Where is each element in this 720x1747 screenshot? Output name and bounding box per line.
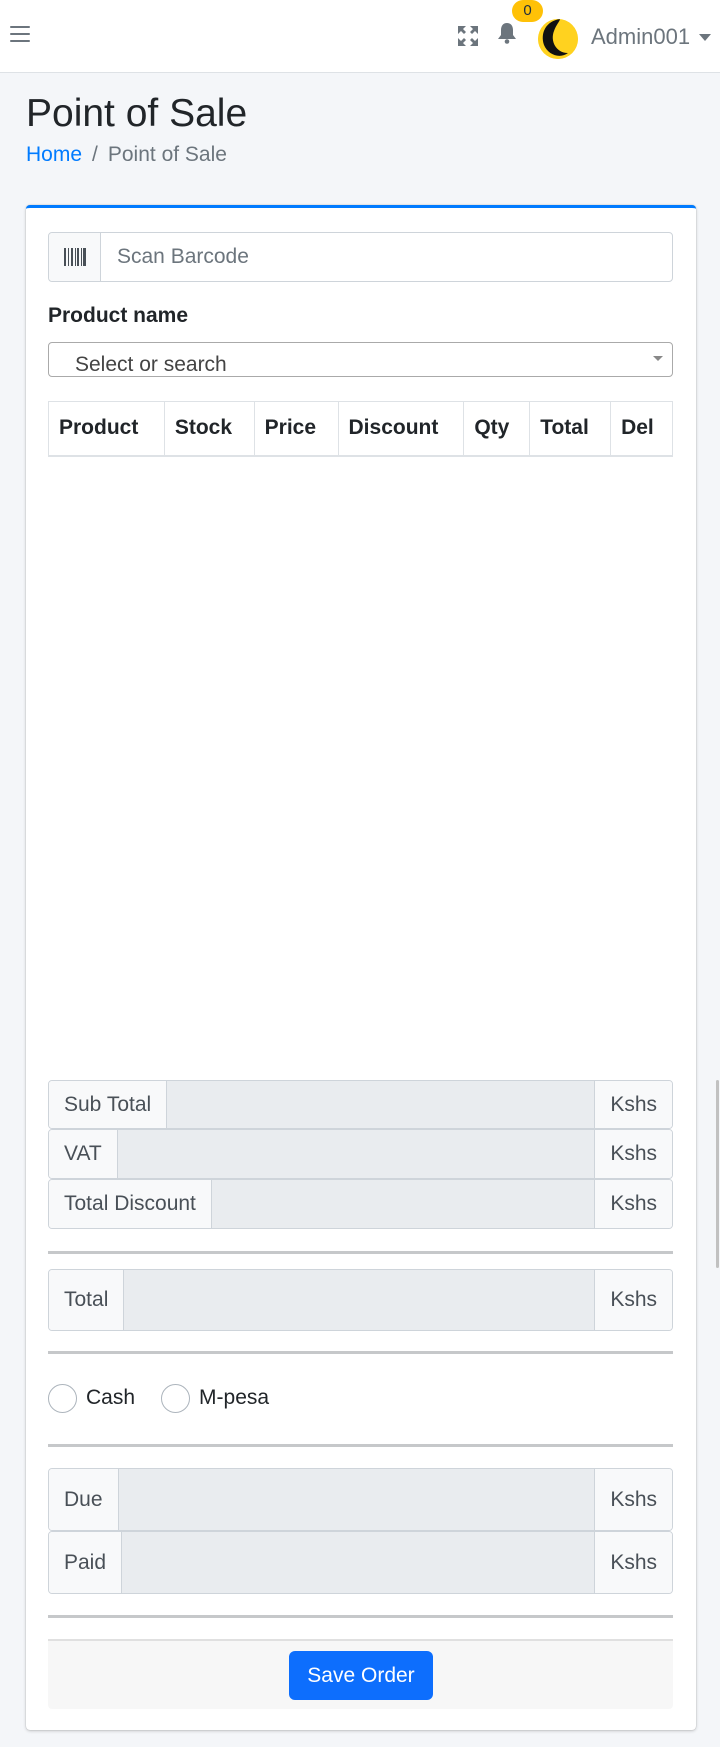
- select-arrow-icon: [653, 356, 663, 361]
- product-select[interactable]: Select or search: [48, 342, 673, 377]
- menu-toggle-icon[interactable]: [10, 26, 30, 44]
- currency-label: Kshs: [594, 1130, 672, 1178]
- divider: [48, 1615, 673, 1618]
- chevron-down-icon[interactable]: [699, 34, 711, 41]
- breadcrumb-home-link[interactable]: Home: [26, 143, 82, 166]
- bell-icon[interactable]: [497, 22, 519, 46]
- subtotal-field: [167, 1081, 595, 1128]
- total-group: Total Kshs: [48, 1269, 673, 1331]
- payment-option-mpesa[interactable]: M-pesa: [161, 1383, 270, 1413]
- total-discount-label: Total Discount: [49, 1180, 212, 1228]
- subtotal-group: Sub Total Kshs: [48, 1080, 673, 1129]
- top-navbar: 0 Admin001: [0, 0, 720, 73]
- total-discount-group: Total Discount Kshs: [48, 1179, 673, 1229]
- due-group: Due Kshs: [48, 1468, 673, 1531]
- breadcrumb: Home / Point of Sale: [26, 143, 227, 167]
- currency-label: Kshs: [594, 1180, 672, 1228]
- breadcrumb-current: Point of Sale: [107, 143, 227, 166]
- order-items-table: Product Stock Price Discount Qty Total D…: [48, 401, 673, 457]
- paid-group: Paid Kshs: [48, 1531, 673, 1594]
- notification-count-badge: 0: [512, 0, 543, 22]
- scrollbar[interactable]: [716, 1080, 719, 1268]
- column-header: Total: [529, 401, 612, 457]
- radio-button[interactable]: [48, 1383, 77, 1413]
- vat-field: [117, 1130, 595, 1178]
- pos-card: Product name Select or search Product St…: [26, 205, 696, 1730]
- save-order-button[interactable]: Save Order: [289, 1651, 433, 1700]
- paid-label: Paid: [49, 1532, 123, 1593]
- user-menu-name[interactable]: Admin001: [591, 24, 690, 50]
- avatar[interactable]: [538, 19, 578, 59]
- barcode-input[interactable]: [102, 233, 672, 281]
- total-discount-field: [211, 1180, 595, 1228]
- product-select-placeholder: Select or search: [75, 353, 227, 376]
- due-field: [118, 1469, 595, 1530]
- divider: [48, 1444, 673, 1447]
- currency-label: Kshs: [594, 1081, 672, 1128]
- column-header: Del: [610, 401, 673, 457]
- column-header: Discount: [337, 401, 465, 457]
- total-field: [124, 1270, 595, 1330]
- paid-field[interactable]: [122, 1532, 595, 1593]
- column-header: Product: [48, 401, 165, 457]
- vat-group: VAT Kshs: [48, 1129, 673, 1179]
- barcode-icon: [49, 233, 101, 281]
- payment-option-label: M-pesa: [199, 1386, 270, 1409]
- fullscreen-icon[interactable]: [457, 25, 479, 47]
- product-name-label: Product name: [48, 304, 189, 327]
- divider: [48, 1251, 673, 1254]
- due-label: Due: [49, 1469, 119, 1530]
- page-title: Point of Sale: [26, 92, 248, 135]
- divider: [48, 1351, 673, 1354]
- currency-label: Kshs: [594, 1532, 672, 1593]
- column-header: Qty: [463, 401, 531, 457]
- payment-option-label: Cash: [86, 1386, 136, 1409]
- payment-option-cash[interactable]: Cash: [48, 1383, 136, 1413]
- column-header: Price: [253, 401, 339, 457]
- breadcrumb-separator: /: [92, 143, 98, 166]
- total-label: Total: [49, 1270, 125, 1330]
- table-header-row: Product Stock Price Discount Qty Total D…: [48, 401, 673, 457]
- subtotal-label: Sub Total: [49, 1081, 168, 1128]
- payment-method-group: Cash M-pesa: [48, 1383, 295, 1413]
- column-header: Stock: [163, 401, 255, 457]
- barcode-input-group: [48, 232, 673, 282]
- card-footer: Save Order: [48, 1639, 673, 1709]
- radio-button[interactable]: [161, 1383, 191, 1413]
- vat-label: VAT: [49, 1130, 118, 1178]
- currency-label: Kshs: [594, 1270, 672, 1330]
- currency-label: Kshs: [594, 1469, 672, 1530]
